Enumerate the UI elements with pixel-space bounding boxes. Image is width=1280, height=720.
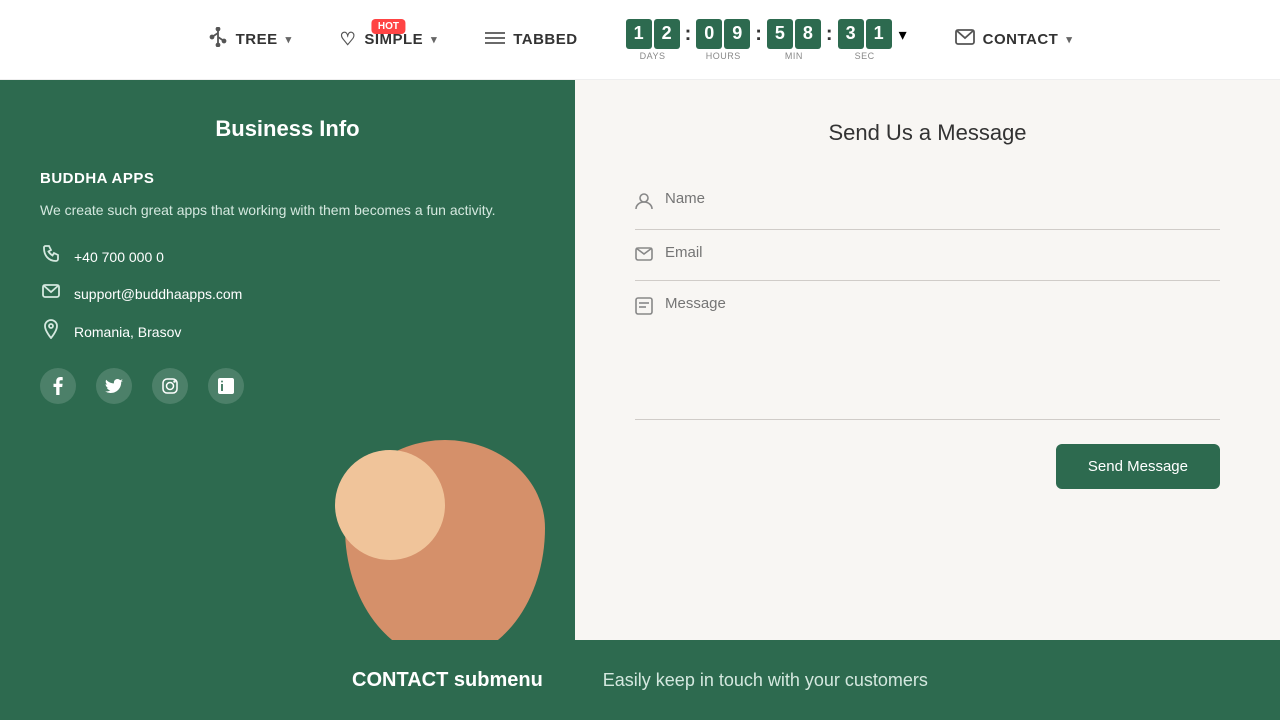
email-field-row (635, 230, 1220, 281)
send-message-button[interactable]: Send Message (1056, 444, 1220, 489)
min-label: MIN (785, 51, 803, 61)
nav-tree-label: TREE (236, 31, 278, 48)
hours-digit-1: 0 (696, 19, 722, 49)
location-item: Romania, Brasov (40, 319, 535, 344)
phone-icon (40, 245, 62, 268)
tabbed-icon (485, 29, 505, 50)
hot-badge: HOT (372, 19, 405, 34)
sec-label: SEC (855, 51, 875, 61)
phone-number: +40 700 000 0 (74, 249, 164, 265)
facebook-icon[interactable] (40, 368, 76, 404)
deco-peach-circle (335, 450, 445, 560)
name-field-icon (635, 192, 653, 215)
countdown-sec: 3 1 SEC (838, 19, 892, 61)
sec-digit-2: 1 (866, 19, 892, 49)
form-title: Send Us a Message (635, 120, 1220, 146)
nav-tabbed-label: TABBED (513, 31, 577, 48)
social-row (40, 368, 535, 404)
message-textarea[interactable] (665, 295, 1220, 405)
location-icon (40, 319, 62, 344)
contact-icon (955, 29, 975, 50)
form-panel: Send Us a Message (575, 80, 1280, 640)
sec-digit-1: 3 (838, 19, 864, 49)
countdown-timer: 1 2 DAYS : 0 9 HOURS : 5 8 MIN : 3 1 (626, 19, 907, 61)
sep-1: : (683, 23, 694, 46)
name-field-row (635, 176, 1220, 230)
message-field-row (635, 281, 1220, 420)
simple-chevron: ▾ (431, 33, 437, 46)
footer-heading: CONTACT submenu (352, 669, 543, 692)
instagram-icon[interactable] (152, 368, 188, 404)
company-name: BUDDHA APPS (40, 170, 535, 187)
days-label: DAYS (640, 51, 666, 61)
main-content: Business Info BUDDHA APPS We create such… (0, 80, 1280, 640)
send-btn-row: Send Message (635, 444, 1220, 489)
linkedin-icon[interactable] (208, 368, 244, 404)
footer-subtitle: Easily keep in touch with your customers (603, 670, 928, 691)
countdown-min: 5 8 MIN (767, 19, 821, 61)
min-digit-2: 8 (795, 19, 821, 49)
min-digit-1: 5 (767, 19, 793, 49)
email-input[interactable] (665, 244, 1220, 261)
countdown-hours: 0 9 HOURS (696, 19, 750, 61)
nav-contact-label: CONTACT (983, 31, 1059, 48)
business-title: Business Info (40, 116, 535, 142)
nav-item-tree[interactable]: TREE ▾ (208, 27, 292, 52)
hours-label: HOURS (706, 51, 741, 61)
location-text: Romania, Brasov (74, 324, 181, 340)
countdown-chevron[interactable]: ▾ (899, 25, 907, 45)
navbar: TREE ▾ HOT ♡ SIMPLE ▾ TABBED 1 2 DAYS (0, 0, 1280, 80)
tree-icon (208, 27, 228, 52)
phone-item: +40 700 000 0 (40, 245, 535, 268)
nav-item-tabbed[interactable]: TABBED (485, 29, 577, 50)
contact-chevron: ▾ (1066, 33, 1072, 46)
email-address: support@buddhaapps.com (74, 286, 242, 302)
nav-item-simple[interactable]: HOT ♡ SIMPLE ▾ (340, 29, 438, 50)
company-description: We create such great apps that working w… (40, 199, 535, 221)
email-icon (40, 284, 62, 303)
email-field-icon (635, 246, 653, 266)
sep-2: : (753, 23, 764, 46)
days-digit-2: 2 (654, 19, 680, 49)
email-item: support@buddhaapps.com (40, 284, 535, 303)
countdown-days: 1 2 DAYS (626, 19, 680, 61)
twitter-icon[interactable] (96, 368, 132, 404)
business-panel: Business Info BUDDHA APPS We create such… (0, 80, 575, 640)
nav-item-contact[interactable]: CONTACT ▾ (955, 29, 1073, 50)
days-digit-1: 1 (626, 19, 652, 49)
sep-3: : (824, 23, 835, 46)
message-field-icon (635, 297, 653, 320)
tree-chevron: ▾ (286, 33, 292, 46)
hours-digit-2: 9 (724, 19, 750, 49)
footer: CONTACT submenu Easily keep in touch wit… (0, 640, 1280, 720)
name-input[interactable] (665, 190, 1220, 207)
heart-icon: ♡ (340, 29, 357, 50)
